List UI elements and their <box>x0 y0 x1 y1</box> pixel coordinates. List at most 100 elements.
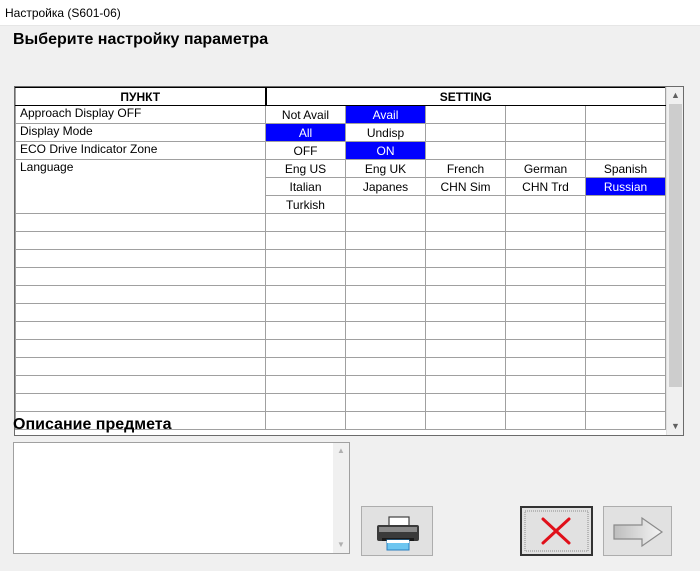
setting-option-cell[interactable]: Japanes <box>345 177 426 196</box>
grid-vertical-scrollbar[interactable]: ▲ ▼ <box>666 87 683 435</box>
empty-cell <box>505 141 586 160</box>
table-row <box>15 393 666 412</box>
empty-cell <box>265 249 346 268</box>
empty-cell <box>345 231 426 250</box>
setting-option-cell[interactable]: CHN Trd <box>505 177 586 196</box>
setting-option-cell[interactable]: OFF <box>265 141 346 160</box>
column-header-setting[interactable]: SETTING <box>264 87 666 106</box>
empty-cell <box>425 213 506 232</box>
desc-scroll-up-icon[interactable]: ▲ <box>333 443 349 459</box>
empty-cell <box>585 267 666 286</box>
empty-cell <box>505 267 586 286</box>
setting-option-cell[interactable]: Turkish <box>265 195 346 214</box>
row-item-label[interactable]: Language <box>15 159 266 178</box>
empty-cell <box>265 357 346 376</box>
empty-cell <box>15 267 266 286</box>
row-item-label[interactable] <box>15 195 266 214</box>
empty-cell <box>505 411 586 430</box>
description-title: Описание предмета <box>13 416 172 433</box>
empty-cell <box>505 339 586 358</box>
empty-cell <box>505 123 586 142</box>
empty-cell <box>15 303 266 322</box>
table-row: Turkish <box>15 195 666 214</box>
empty-cell <box>15 357 266 376</box>
description-scrollbar[interactable]: ▲ ▼ <box>333 443 349 553</box>
row-item-label[interactable]: Display Mode <box>15 123 266 142</box>
printer-icon <box>377 516 419 551</box>
empty-cell <box>265 267 346 286</box>
empty-cell <box>425 141 506 160</box>
empty-cell <box>425 303 506 322</box>
empty-cell <box>15 285 266 304</box>
empty-cell <box>585 339 666 358</box>
empty-cell <box>265 285 346 304</box>
column-header-item[interactable]: ПУНКТ <box>15 87 266 106</box>
setting-option-cell[interactable]: Eng UK <box>345 159 426 178</box>
empty-cell <box>265 411 346 430</box>
empty-cell <box>15 321 266 340</box>
cancel-button[interactable] <box>520 506 593 556</box>
empty-cell <box>345 393 426 412</box>
scroll-thumb[interactable] <box>669 104 682 387</box>
table-row: Italian Japanes CHN Sim CHN Trd Russian <box>15 177 666 196</box>
row-item-label[interactable]: ECO Drive Indicator Zone <box>15 141 266 160</box>
print-button[interactable] <box>361 506 433 556</box>
empty-cell <box>345 213 426 232</box>
empty-cell <box>265 339 346 358</box>
desc-scroll-down-icon[interactable]: ▼ <box>333 537 349 553</box>
empty-cell <box>425 393 506 412</box>
scroll-down-arrow-icon[interactable]: ▼ <box>667 418 683 435</box>
empty-cell <box>265 231 346 250</box>
table-row <box>15 231 666 250</box>
table-row <box>15 303 666 322</box>
empty-cell <box>15 213 266 232</box>
empty-cell <box>505 195 586 214</box>
empty-cell <box>265 393 346 412</box>
empty-cell <box>265 375 346 394</box>
row-item-label[interactable] <box>15 177 266 196</box>
table-row <box>15 339 666 358</box>
table-row: Display Mode All Undisp <box>15 123 666 142</box>
empty-cell <box>265 303 346 322</box>
empty-cell <box>345 249 426 268</box>
empty-cell <box>345 411 426 430</box>
setting-option-cell[interactable]: German <box>505 159 586 178</box>
settings-table: ПУНКТ SETTING Approach Display OFF Not Av… <box>15 87 666 430</box>
setting-option-cell[interactable]: French <box>425 159 506 178</box>
setting-option-cell[interactable]: CHN Sim <box>425 177 506 196</box>
empty-cell <box>345 321 426 340</box>
row-item-label[interactable]: Approach Display OFF <box>15 105 266 124</box>
empty-cell <box>585 285 666 304</box>
section-title: Выберите настройку параметра <box>13 31 269 48</box>
empty-cell <box>505 249 586 268</box>
empty-cell <box>425 267 506 286</box>
empty-cell <box>585 375 666 394</box>
empty-cell <box>15 393 266 412</box>
setting-option-cell[interactable]: Eng US <box>265 159 346 178</box>
empty-cell <box>265 213 346 232</box>
empty-cell <box>585 249 666 268</box>
setting-option-cell[interactable]: All <box>265 123 346 142</box>
setting-option-cell[interactable]: Not Avail <box>265 105 346 124</box>
description-textbox[interactable]: ▲ ▼ <box>13 442 350 554</box>
empty-cell <box>585 303 666 322</box>
setting-option-cell[interactable]: Avail <box>345 105 426 124</box>
empty-cell <box>425 357 506 376</box>
empty-cell <box>15 231 266 250</box>
empty-cell <box>345 375 426 394</box>
empty-cell <box>585 195 666 214</box>
empty-cell <box>425 123 506 142</box>
next-button[interactable] <box>603 506 672 556</box>
setting-option-cell[interactable]: Russian <box>585 177 666 196</box>
table-row: ECO Drive Indicator Zone OFF ON <box>15 141 666 160</box>
empty-cell <box>505 213 586 232</box>
setting-option-cell[interactable]: Undisp <box>345 123 426 142</box>
empty-cell <box>425 321 506 340</box>
window-title: Настройка (S601-06) <box>5 6 121 20</box>
setting-option-cell[interactable]: ON <box>345 141 426 160</box>
setting-option-cell[interactable]: Italian <box>265 177 346 196</box>
setting-option-cell[interactable]: Spanish <box>585 159 666 178</box>
window-titlebar: Настройка (S601-06) <box>0 0 700 26</box>
empty-cell <box>425 231 506 250</box>
scroll-up-arrow-icon[interactable]: ▲ <box>667 87 683 104</box>
